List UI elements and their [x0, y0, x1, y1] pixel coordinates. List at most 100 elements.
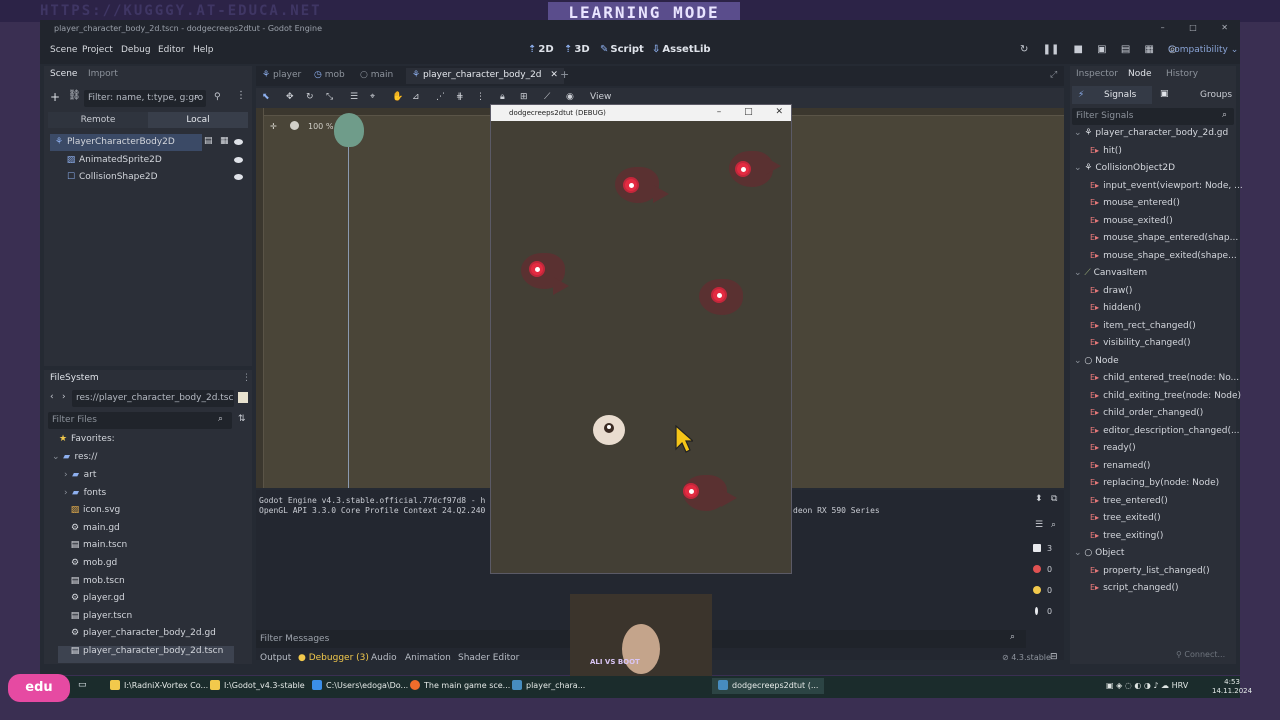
minimize-button[interactable]: – — [717, 107, 722, 117]
more-icon[interactable]: ⋮ — [242, 373, 251, 383]
editor-count[interactable]: 0 — [1027, 603, 1064, 621]
message-count[interactable]: 3 — [1027, 540, 1064, 558]
more-icon[interactable]: ⋮ — [236, 90, 246, 101]
groups-tab[interactable]: ▣ Groups — [1154, 86, 1234, 104]
connect-button[interactable]: ⚲ Connect... — [1176, 650, 1225, 659]
distraction-free-icon[interactable]: ⤢ — [1050, 70, 1057, 80]
tab-scene[interactable]: Scene — [50, 69, 77, 79]
signal-item[interactable]: E▸ tree_entered() — [1090, 496, 1168, 513]
signal-item[interactable]: E▸ mouse_shape_exited(shape... — [1090, 251, 1237, 268]
tab-debugger[interactable]: ● Debugger (3) — [298, 653, 369, 663]
chevron-right-icon[interactable]: › — [64, 488, 68, 498]
signal-item[interactable]: E▸ script_changed() — [1090, 583, 1179, 600]
signal-item[interactable]: E▸ editor_description_changed(... — [1090, 426, 1240, 443]
tab-inspector[interactable]: Inspector — [1076, 69, 1118, 79]
file-item[interactable]: › ▰ fonts — [64, 488, 106, 505]
more-icon[interactable]: ⋮ — [476, 92, 485, 102]
minimize-button[interactable]: – — [1161, 23, 1165, 32]
signal-group[interactable]: ⌄ ○ Object — [1074, 548, 1124, 565]
link-icon[interactable]: ⛓ — [68, 90, 81, 101]
file-item[interactable]: ▤ mob.tscn — [70, 576, 125, 593]
movie-icon[interactable]: ▤ — [1121, 44, 1130, 55]
center-view-icon[interactable]: ✛ — [270, 122, 277, 131]
taskbar-item[interactable]: player_chara... — [512, 680, 585, 690]
signal-item[interactable]: E▸ renamed() — [1090, 461, 1150, 478]
signal-item[interactable]: E▸ replacing_by(node: Node) — [1090, 478, 1219, 495]
list-icon[interactable]: ☰ — [1035, 520, 1043, 530]
signal-item[interactable]: E▸ mouse_entered() — [1090, 198, 1180, 215]
toggle-split-icon[interactable] — [238, 392, 248, 403]
filter-files-input[interactable]: Filter Files — [48, 412, 232, 429]
mode-2d-button[interactable]: ⇡ 2D — [528, 44, 554, 55]
taskbar-item[interactable]: C:\Users\edoga\Do... — [312, 680, 408, 690]
signal-item[interactable]: E▸ draw() — [1090, 286, 1132, 303]
taskbar-item[interactable]: I:\Godot_v4.3-stable — [210, 680, 305, 690]
signal-group[interactable]: ⌄ ⚘ player_character_body_2d.gd — [1074, 128, 1228, 145]
close-icon[interactable]: ✕ — [550, 70, 558, 80]
run-scene-icon[interactable]: ▦ — [1144, 44, 1153, 55]
menu-debug[interactable]: Debug — [121, 45, 151, 55]
zoom-level[interactable]: 100 % — [308, 122, 333, 131]
pan-tool-icon[interactable]: ✋ — [392, 92, 403, 102]
signal-item[interactable]: E▸ item_rect_changed() — [1090, 321, 1196, 338]
visibility-eye-icon[interactable] — [234, 157, 243, 163]
mode-script-button[interactable]: ✎ Script — [600, 44, 644, 55]
tab-output[interactable]: Output — [260, 653, 291, 663]
list-select-icon[interactable]: ☰ — [350, 92, 358, 102]
clock[interactable]: 4:53 14.11.2024 — [1212, 678, 1252, 696]
tab-shader-editor[interactable]: Shader Editor — [458, 653, 519, 663]
file-item[interactable]: ⚙ player_character_body_2d.gd — [70, 628, 216, 645]
file-item[interactable]: ⚙ player.gd — [70, 593, 125, 610]
sort-icon[interactable]: ⇅ — [238, 414, 246, 424]
tray-icons[interactable]: ▣ ◈ ◌ ◐ ◑ ♪ ☁ — [1106, 681, 1172, 690]
chevron-right-icon[interactable]: › — [64, 470, 68, 480]
back-icon[interactable]: ‹ — [50, 392, 54, 402]
file-item[interactable]: ▤ player_character_body_2d.tscn — [58, 646, 234, 663]
rotate-tool-icon[interactable]: ↻ — [306, 92, 314, 102]
group-icon[interactable]: ▦ — [220, 136, 229, 146]
tab-filesystem[interactable]: FileSystem — [50, 373, 99, 383]
smart-snap-icon[interactable]: ⋰ — [436, 92, 445, 102]
remote-button[interactable]: Remote — [48, 112, 148, 128]
tree-item-player-body[interactable]: ⚘ PlayerCharacterBody2D — [50, 134, 202, 151]
scale-tool-icon[interactable]: ⤡ — [326, 92, 333, 102]
remote-debug-icon[interactable]: ▣ — [1097, 44, 1106, 55]
signal-item[interactable]: E▸ ready() — [1090, 443, 1136, 460]
signal-item[interactable]: E▸ child_entered_tree(node: No... — [1090, 373, 1239, 390]
maximize-button[interactable]: □ — [1189, 23, 1197, 32]
menu-scene[interactable]: Scene — [50, 45, 77, 55]
taskbar-item[interactable]: I:\RadniX-Vortex Co... — [110, 680, 208, 690]
add-node-icon[interactable]: + — [50, 90, 60, 104]
grid-snap-icon[interactable]: ⋕ — [456, 92, 464, 102]
tree-item-collision-shape[interactable]: ☐ CollisionShape2D — [62, 169, 162, 186]
signal-item[interactable]: E▸ mouse_exited() — [1090, 216, 1173, 233]
tab-player-character-body-2d[interactable]: ⚘ player_character_body_2d ✕ — [406, 68, 564, 84]
signal-item[interactable]: E▸ child_exiting_tree(node: Node) — [1090, 391, 1241, 408]
reload-icon[interactable]: ↻ — [1020, 44, 1028, 55]
signal-item[interactable]: E▸ mouse_shape_entered(shap... — [1090, 233, 1238, 250]
menu-editor[interactable]: Editor — [158, 45, 185, 55]
mode-3d-button[interactable]: ⇡ 3D — [564, 44, 590, 55]
signal-item[interactable]: E▸ visibility_changed() — [1090, 338, 1191, 355]
move-tool-icon[interactable]: ✥ — [286, 92, 294, 102]
error-count[interactable]: 0 — [1027, 561, 1064, 579]
visibility-eye-icon[interactable] — [234, 174, 243, 180]
task-view-icon[interactable]: ▭ — [78, 680, 87, 690]
menu-project[interactable]: Project — [82, 45, 113, 55]
root-folder[interactable]: ⌄ ▰ res:// — [52, 452, 97, 469]
script-attached-icon[interactable]: ▤ — [204, 136, 213, 146]
language-indicator[interactable]: HRV — [1172, 681, 1189, 690]
signal-group[interactable]: ⌄ ⚘ CollisionObject2D — [1074, 163, 1175, 180]
signal-item[interactable]: E▸ tree_exiting() — [1090, 531, 1163, 548]
search-icon[interactable]: ⌕ — [1051, 520, 1056, 530]
file-item[interactable]: ▨ icon.svg — [70, 505, 121, 522]
filter-options-icon[interactable]: ⚲ — [214, 92, 221, 102]
pin-panel-icon[interactable]: ⊟ — [1050, 652, 1058, 662]
signal-item[interactable]: E▸ child_order_changed() — [1090, 408, 1203, 425]
tab-import[interactable]: Import — [88, 69, 118, 79]
select-tool-icon[interactable]: ⬉ — [262, 92, 270, 102]
tab-player[interactable]: ⚘ player — [262, 70, 301, 80]
tree-item-animated-sprite[interactable]: ▨ AnimatedSprite2D — [62, 152, 166, 169]
signal-group[interactable]: ⌄ ○ Node — [1074, 356, 1119, 373]
zoom-out-icon[interactable] — [290, 121, 299, 130]
